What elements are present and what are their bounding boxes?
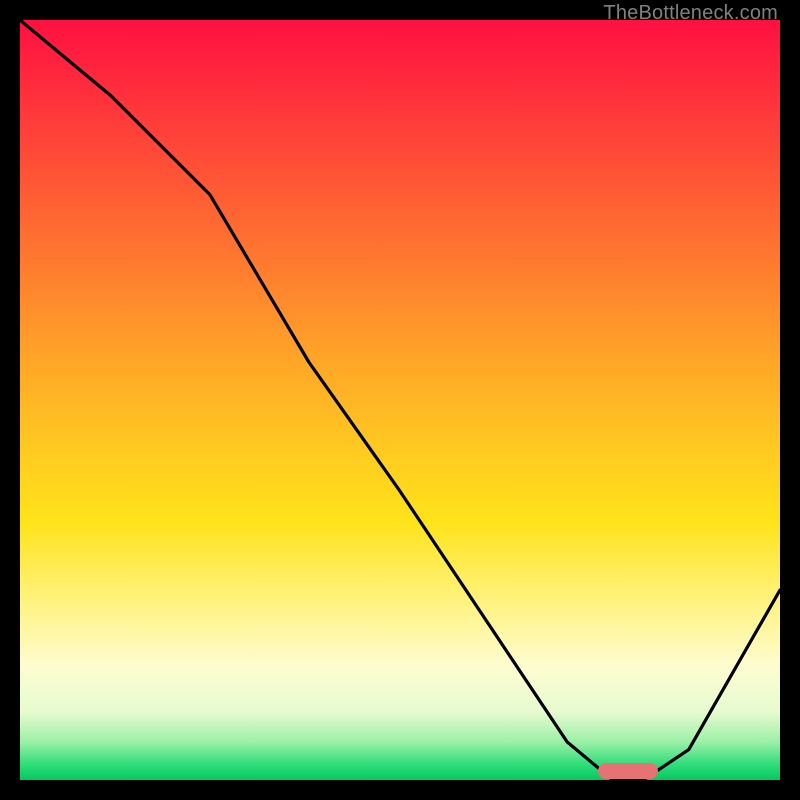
chart-background-gradient [20,20,780,780]
optimal-range-marker [598,763,659,779]
chart-frame [20,20,780,780]
